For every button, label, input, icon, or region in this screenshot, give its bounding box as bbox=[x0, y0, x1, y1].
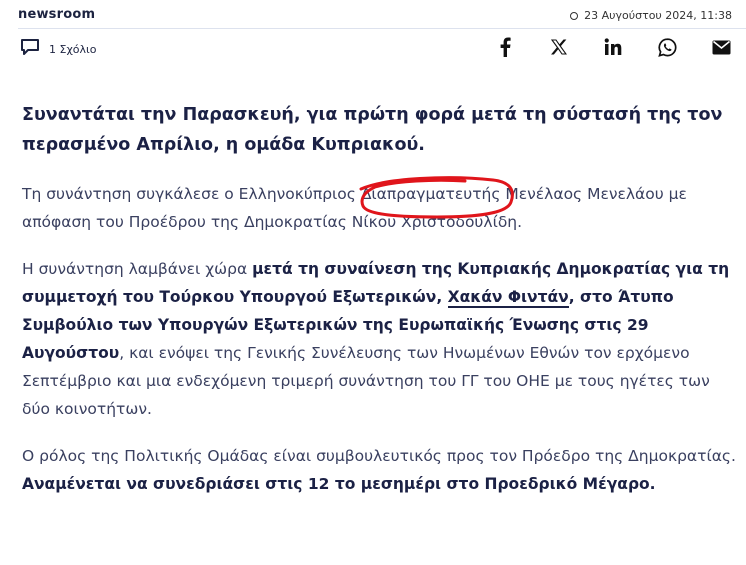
person-link[interactable]: Χακάν Φιντάν bbox=[447, 288, 569, 308]
circled-word-text: Διαπραγματευτής bbox=[360, 185, 501, 203]
top-bar: newsroom 23 Αυγούστου 2024, 11:38 bbox=[0, 0, 746, 30]
x-icon[interactable] bbox=[548, 36, 570, 58]
comments-count: 1 Σχόλιο bbox=[49, 42, 97, 56]
p3-bold-1: Αναμένεται να συνεδριάσει στις 12 το μεσ… bbox=[22, 475, 656, 493]
divider bbox=[18, 28, 746, 29]
comments-link[interactable]: 1 Σχόλιο bbox=[20, 38, 97, 60]
share-buttons bbox=[494, 36, 732, 58]
whatsapp-icon[interactable] bbox=[656, 36, 678, 58]
paragraph-2: Η συνάντηση λαμβάνει χώρα μετά τη συναίν… bbox=[22, 255, 737, 423]
paragraph-3: Ο ρόλος της Πολιτικής Ομάδας είναι συμβο… bbox=[22, 442, 737, 498]
facebook-icon[interactable] bbox=[494, 36, 516, 58]
clock-icon bbox=[570, 11, 579, 20]
action-bar: 1 Σχόλιο bbox=[0, 34, 746, 64]
p2-text-2: , και ενόψει της Γενικής Συνέλευσης των … bbox=[22, 344, 710, 418]
p1-text-before: Τη συνάντηση συγκάλεσε ο Ελληνοκύπριος bbox=[22, 185, 361, 203]
brand-name[interactable]: newsroom bbox=[18, 7, 95, 22]
linkedin-icon[interactable] bbox=[602, 36, 624, 58]
publish-date-text: 23 Αυγούστου 2024, 11:38 bbox=[584, 9, 732, 22]
circled-word: Διαπραγματευτής bbox=[359, 176, 514, 219]
publish-date: 23 Αυγούστου 2024, 11:38 bbox=[570, 9, 732, 22]
p3-text-1: Ο ρόλος της Πολιτικής Ομάδας είναι συμβο… bbox=[22, 447, 736, 465]
email-icon[interactable] bbox=[710, 36, 732, 58]
p2-text-1: Η συνάντηση λαμβάνει χώρα bbox=[22, 260, 253, 278]
paragraph-1: Τη συνάντηση συγκάλεσε ο Ελληνοκύπριος Δ… bbox=[22, 176, 737, 236]
article-lead: Συναντάται την Παρασκευή, για πρώτη φορά… bbox=[22, 105, 723, 155]
article-body: Συναντάται την Παρασκευή, για πρώτη φορά… bbox=[22, 100, 737, 517]
comment-icon bbox=[20, 38, 40, 60]
